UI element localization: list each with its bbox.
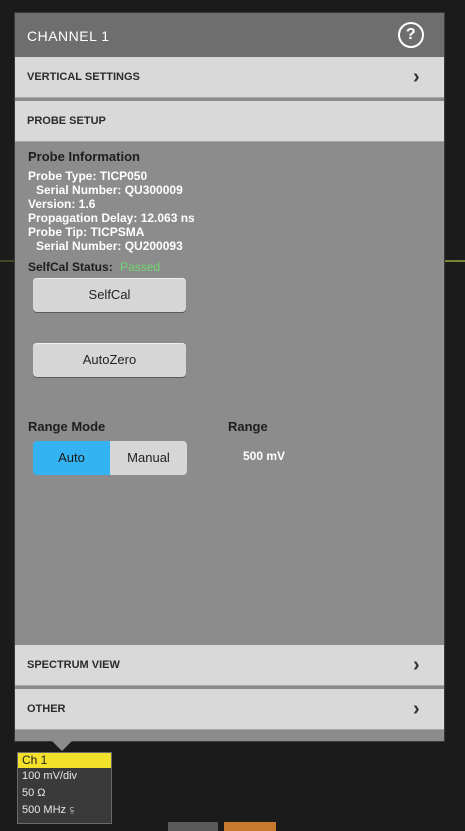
range-mode-toggle: Auto Manual: [33, 441, 187, 475]
chevron-right-icon: ›: [413, 654, 420, 676]
selfcal-button[interactable]: SelfCal: [33, 278, 186, 312]
channel-1-badge[interactable]: Ch 1 100 mV/div 50 Ω 500 MHz ⫅: [17, 752, 112, 824]
probe-serial-number: Serial Number: QU300009: [36, 183, 183, 197]
probe-tip-serial-number: Serial Number: QU200093: [36, 239, 183, 253]
oscilloscope-screen: CHANNEL 1 ? VERTICAL SETTINGS › PROBE SE…: [0, 0, 465, 831]
bottom-tab-orange[interactable]: [224, 822, 276, 831]
chevron-right-icon: ›: [413, 698, 420, 720]
question-circle-icon[interactable]: ?: [398, 22, 424, 48]
bandwidth-row: 500 MHz ⫅: [22, 804, 74, 816]
channel-settings-panel: CHANNEL 1 ? VERTICAL SETTINGS › PROBE SE…: [15, 13, 444, 741]
probe-version: Version: 1.6: [28, 197, 96, 211]
bandwidth-limit-icon: ⫅: [70, 805, 74, 815]
panel-titlebar: CHANNEL 1 ?: [15, 13, 444, 57]
probe-tip: Probe Tip: TICPSMA: [28, 225, 145, 239]
vertical-scale: 100 mV/div: [22, 770, 78, 782]
bottom-tab-gray[interactable]: [168, 822, 218, 831]
termination: 50 Ω: [22, 787, 46, 799]
selfcal-status: SelfCal Status: Passed: [28, 260, 160, 274]
selfcal-status-value: Passed: [120, 260, 161, 274]
section-vertical-settings[interactable]: VERTICAL SETTINGS ›: [15, 57, 444, 98]
range-label: Range: [228, 419, 268, 434]
section-probe-setup[interactable]: PROBE SETUP: [15, 101, 444, 142]
probe-type: Probe Type: TICP050: [28, 169, 148, 183]
autozero-button[interactable]: AutoZero: [33, 343, 186, 377]
range-mode-auto[interactable]: Auto: [33, 441, 110, 475]
badge-pointer: [52, 741, 72, 751]
section-label: VERTICAL SETTINGS: [27, 71, 140, 83]
range-value: 500 mV: [243, 449, 286, 463]
propagation-delay: Propagation Delay: 12.063 ns: [28, 211, 195, 225]
probe-information-title: Probe Information: [28, 149, 140, 164]
section-label: SPECTRUM VIEW: [27, 659, 120, 671]
panel-title: CHANNEL 1: [27, 28, 110, 44]
section-other[interactable]: OTHER ›: [15, 689, 444, 730]
section-spectrum-view[interactable]: SPECTRUM VIEW ›: [15, 645, 444, 686]
selfcal-status-label: SelfCal Status:: [28, 260, 113, 274]
section-label: PROBE SETUP: [27, 115, 106, 127]
chevron-right-icon: ›: [413, 66, 420, 88]
range-mode-label: Range Mode: [28, 419, 106, 434]
bandwidth: 500 MHz: [22, 804, 67, 816]
channel-name: Ch 1: [18, 753, 111, 768]
section-label: OTHER: [27, 703, 66, 715]
range-mode-manual[interactable]: Manual: [110, 441, 187, 475]
